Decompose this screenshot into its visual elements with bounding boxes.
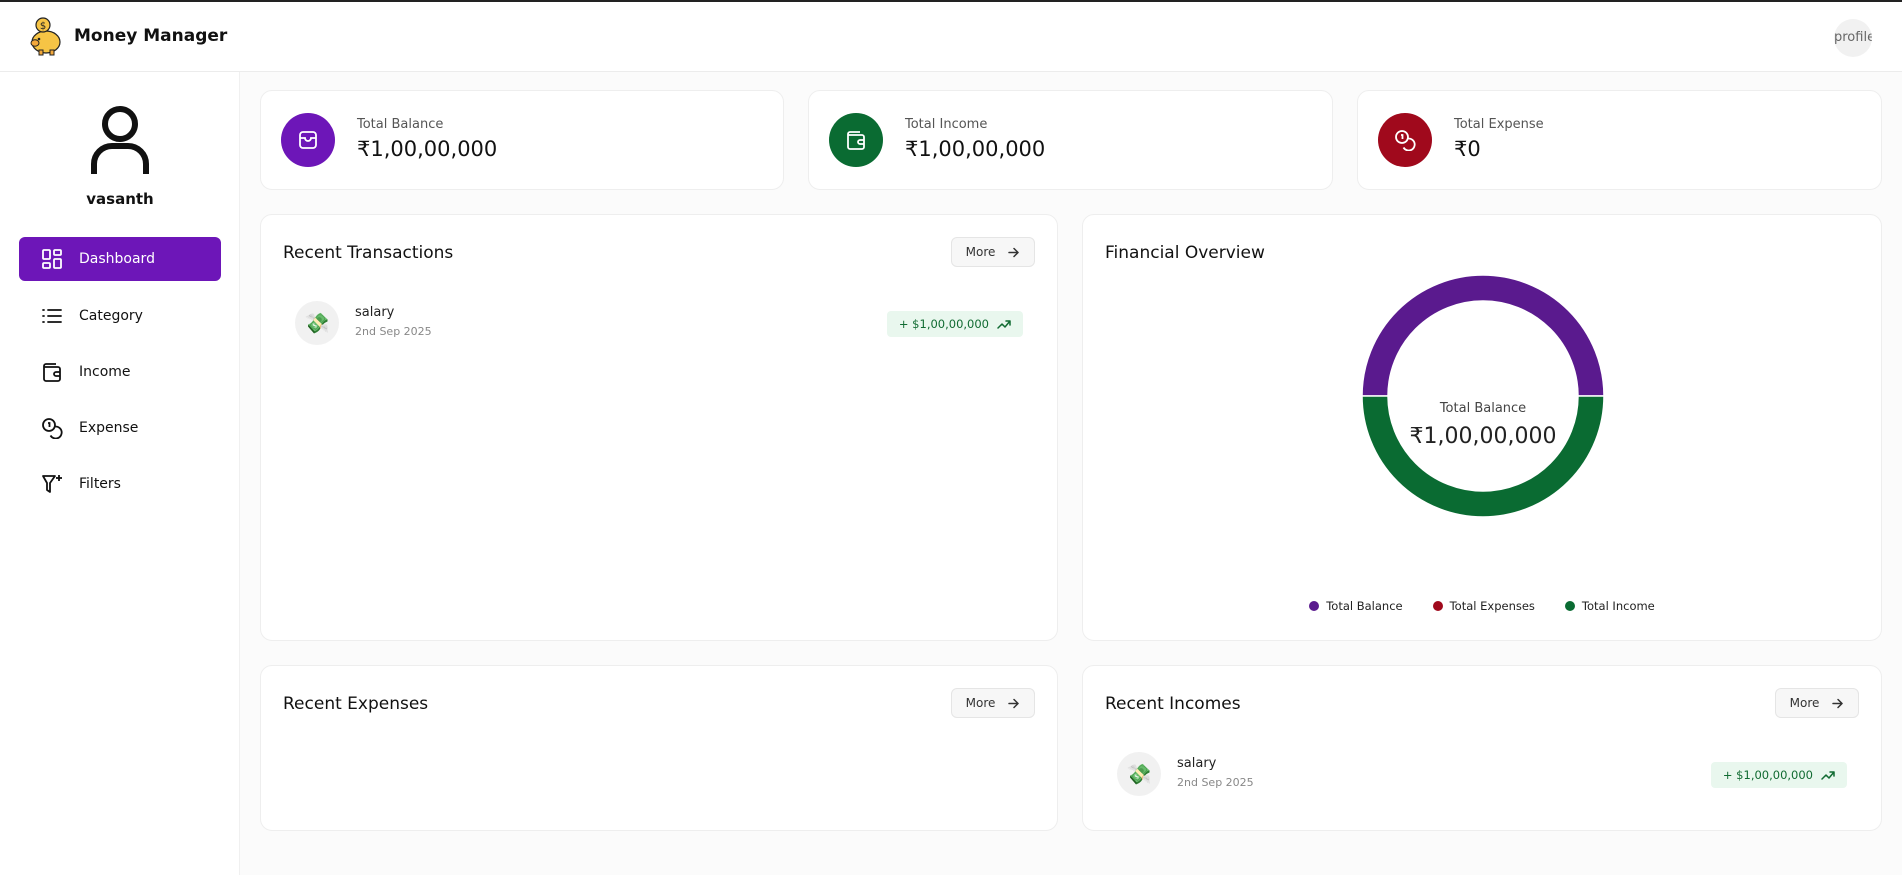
coins-icon bbox=[42, 418, 63, 439]
card-title: Recent Incomes bbox=[1105, 694, 1241, 714]
more-label: More bbox=[965, 696, 996, 710]
money-icon: 💸 bbox=[295, 301, 339, 345]
card-title: Recent Expenses bbox=[283, 694, 429, 714]
card-icon bbox=[281, 113, 335, 167]
arrow-right-icon bbox=[1008, 698, 1020, 708]
more-label: More bbox=[965, 245, 996, 259]
user-avatar-icon bbox=[91, 106, 149, 174]
wallet-icon bbox=[43, 363, 61, 382]
dashboard-grid-icon bbox=[42, 249, 62, 269]
txn-name: salary bbox=[1177, 756, 1217, 771]
stat-card-total-balance: Total Balance ₹1,00,00,000 bbox=[260, 90, 784, 190]
top-bar: $ Money Manager profile bbox=[0, 0, 1902, 72]
sidebar-item-dashboard[interactable]: Dashboard bbox=[19, 237, 221, 281]
wallet-icon bbox=[829, 113, 883, 167]
stat-label: Total Expense bbox=[1454, 117, 1544, 132]
legend-dot bbox=[1309, 601, 1320, 611]
recent-transactions-card: Recent Transactions More 💸 salary 2nd Se… bbox=[260, 214, 1058, 641]
list-item[interactable]: 💸 salary 2nd Sep 2025 + $1,00,00,000 bbox=[295, 301, 1023, 347]
sidebar-item-income[interactable]: Income bbox=[19, 350, 221, 394]
donut-center-value: ₹1,00,00,000 bbox=[1410, 424, 1557, 449]
profile-avatar[interactable]: profile bbox=[1834, 19, 1872, 57]
financial-overview-card: Financial Overview Total Balance ₹1,00,0… bbox=[1082, 214, 1882, 641]
stat-label: Total Balance bbox=[357, 117, 444, 132]
more-button[interactable]: More bbox=[951, 237, 1035, 267]
chart-legend: Total Balance Total Expenses Total Incom… bbox=[1083, 599, 1881, 613]
stat-value: ₹0 bbox=[1454, 137, 1481, 161]
sidebar-item-label: Dashboard bbox=[79, 251, 155, 267]
arrow-right-icon bbox=[1832, 698, 1844, 708]
more-button[interactable]: More bbox=[951, 688, 1035, 718]
stat-card-total-expense: Total Expense ₹0 bbox=[1357, 90, 1882, 190]
brand[interactable]: $ Money Manager bbox=[26, 16, 227, 56]
txn-name: salary bbox=[355, 305, 395, 320]
more-button[interactable]: More bbox=[1775, 688, 1859, 718]
legend-label: Total Income bbox=[1581, 599, 1655, 613]
sidebar-item-label: Expense bbox=[79, 420, 139, 436]
list-icon bbox=[42, 309, 62, 323]
legend-item: Total Expenses bbox=[1432, 599, 1535, 613]
stat-value: ₹1,00,00,000 bbox=[905, 137, 1046, 161]
sidebar-item-category[interactable]: Category bbox=[19, 294, 221, 338]
txn-amount-badge: + $1,00,00,000 bbox=[886, 311, 1023, 337]
legend-dot bbox=[1432, 601, 1443, 611]
username: vasanth bbox=[86, 190, 154, 208]
coins-icon bbox=[1378, 113, 1432, 167]
sidebar-item-label: Income bbox=[79, 364, 131, 380]
filter-plus-icon bbox=[42, 475, 62, 493]
list-item[interactable]: 💸 salary 2nd Sep 2025 + $1,00,00,000 bbox=[1117, 752, 1847, 798]
sidebar-item-expense[interactable]: Expense bbox=[19, 406, 221, 450]
donut-center-label: Total Balance bbox=[1439, 401, 1526, 416]
legend-dot bbox=[1564, 601, 1575, 611]
txn-date: 2nd Sep 2025 bbox=[355, 325, 432, 338]
app-title: Money Manager bbox=[74, 26, 228, 46]
piggy-bank-logo-icon: $ bbox=[30, 17, 61, 56]
card-title: Financial Overview bbox=[1105, 243, 1265, 263]
legend-item: Total Balance bbox=[1309, 599, 1403, 613]
txn-amount: + $1,00,00,000 bbox=[1722, 768, 1813, 782]
stat-card-total-income: Total Income ₹1,00,00,000 bbox=[808, 90, 1333, 190]
card-title: Recent Transactions bbox=[283, 243, 454, 263]
legend-label: Total Balance bbox=[1326, 599, 1403, 613]
txn-amount-badge: + $1,00,00,000 bbox=[1710, 762, 1847, 788]
sidebar: vasanth Dashboard Category Income Expens… bbox=[0, 72, 240, 875]
donut-chart: Total Balance ₹1,00,00,000 bbox=[1361, 275, 1605, 518]
stat-label: Total Income bbox=[905, 117, 988, 132]
sidebar-item-label: Filters bbox=[79, 476, 121, 492]
sidebar-item-filters[interactable]: Filters bbox=[19, 462, 221, 506]
txn-date: 2nd Sep 2025 bbox=[1177, 776, 1254, 789]
trending-up-icon bbox=[1821, 771, 1835, 780]
donut-slice-total-balance bbox=[1361, 275, 1605, 397]
svg-text:$: $ bbox=[40, 21, 46, 32]
sidebar-item-label: Category bbox=[79, 308, 143, 324]
money-icon: 💸 bbox=[1117, 752, 1161, 796]
recent-incomes-card: Recent Incomes More 💸 salary 2nd Sep 202… bbox=[1082, 665, 1882, 831]
txn-amount: + $1,00,00,000 bbox=[898, 317, 989, 331]
legend-item: Total Income bbox=[1564, 599, 1655, 613]
trending-up-icon bbox=[997, 320, 1011, 329]
stat-value: ₹1,00,00,000 bbox=[357, 137, 498, 161]
legend-label: Total Expenses bbox=[1449, 599, 1535, 613]
arrow-right-icon bbox=[1008, 247, 1020, 257]
more-label: More bbox=[1789, 696, 1820, 710]
recent-expenses-card: Recent Expenses More bbox=[260, 665, 1058, 831]
